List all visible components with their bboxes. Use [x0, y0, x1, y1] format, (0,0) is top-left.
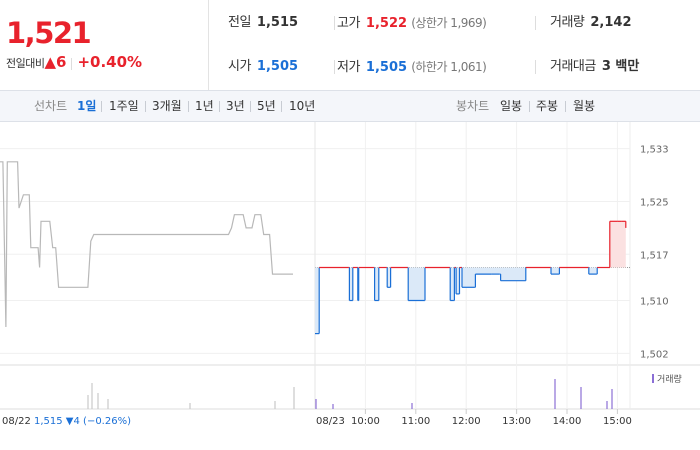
x-tick-label: 10:00 [351, 416, 380, 427]
amount-label: 거래대금 [550, 59, 596, 74]
open-price: 시가 1,505 [228, 56, 298, 78]
x-tick-label: 11:00 [401, 416, 430, 427]
candle-chart-label: 봉차트 [456, 99, 490, 113]
prev-day-footer: 08/22 1,515 ▼4 (−0.26%) 08/23 [2, 416, 345, 427]
prev-day-summary: 1,515 ▼4 (−0.26%) [34, 416, 131, 427]
tab-1w[interactable]: 1주일 [109, 91, 139, 121]
prev-day-line [0, 161, 293, 328]
y-tick-label: 1,525 [640, 197, 669, 208]
tab-3m[interactable]: 3개월 [152, 91, 182, 121]
divider [219, 101, 220, 112]
chart-period-tabs: 선차트 1일 1주일 3개월 1년 3년 5년 10년 봉차트 일봉 주봉 월봉 [0, 90, 700, 122]
x-tick-label: 12:00 [452, 416, 481, 427]
prev-close-label: 전일 [228, 15, 251, 30]
volume-legend-label: 거래량 [657, 373, 682, 385]
tab-5y[interactable]: 5년 [257, 91, 276, 121]
low-price: 저가 1,505 (하한가 1,061) [337, 56, 487, 78]
x-tick-label: 13:00 [502, 416, 531, 427]
tab-weekly-candle[interactable]: 주봉 [536, 91, 558, 121]
volume-value: 2,142 [590, 15, 632, 30]
current-price: 1,521 [6, 16, 92, 50]
tab-daily-candle[interactable]: 일봉 [500, 91, 522, 121]
price-change: 전일대비▲6 +0.40% [6, 53, 142, 71]
divider [334, 16, 335, 30]
volume-legend: 거래량 [652, 373, 682, 385]
prev-day-date: 08/22 [2, 416, 31, 427]
divider [188, 101, 189, 112]
quote-header: 1,521 전일대비▲6 +0.40% 전일 1,515 고가 1,522 (상한가 … [0, 0, 700, 90]
low-value: 1,505 [365, 60, 408, 75]
prev-close-value: 1,515 [256, 15, 299, 30]
y-tick-label: 1,533 [640, 145, 669, 156]
y-tick-label: 1,502 [640, 349, 669, 360]
tab-monthly-candle[interactable]: 월봉 [573, 91, 595, 121]
today-date: 08/23 [316, 416, 345, 427]
high-price: 고가 1,522 (상한가 1,969) [337, 12, 487, 34]
line-chart-label: 선차트 [34, 99, 68, 113]
divider [565, 101, 566, 112]
x-tick-label: 14:00 [553, 416, 582, 427]
upper-limit: (상한가 1,969) [411, 16, 487, 30]
amount-value: 3 백만 [601, 59, 640, 74]
y-axis-labels: 1,533 1,525 1,517 1,510 1,502 [640, 145, 669, 361]
divider [529, 101, 530, 112]
intraday-price-chart: 1,533 1,525 1,517 1,510 1,502 10:00 11:00 12:0… [0, 122, 700, 427]
x-axis-labels: 10:00 11:00 12:00 13:00 14:00 15:00 [351, 416, 632, 427]
low-label: 저가 [337, 60, 360, 75]
change-percent: +0.40% [77, 53, 143, 71]
divider [535, 60, 536, 74]
divider [250, 101, 251, 112]
open-value: 1,505 [256, 59, 299, 74]
volume: 거래량 2,142 [550, 12, 632, 34]
summary-grid: 전일 1,515 고가 1,522 (상한가 1,969) 거래량 2,142 시가 1… [209, 0, 700, 90]
y-tick-label: 1,517 [640, 250, 669, 261]
change-value: 6 [56, 53, 67, 71]
prev-close: 전일 1,515 [228, 12, 298, 34]
divider [281, 101, 282, 112]
divider [101, 101, 102, 112]
divider [71, 57, 73, 70]
up-fill [315, 221, 626, 268]
y-tick-label: 1,510 [640, 297, 669, 308]
x-tick-label: 15:00 [603, 416, 632, 427]
volume-legend-swatch [652, 374, 654, 383]
tab-10y[interactable]: 10년 [289, 91, 315, 121]
volume-bars [87, 379, 613, 409]
divider [535, 16, 536, 30]
trade-amount: 거래대금 3 백만 [550, 56, 639, 78]
divider [334, 60, 335, 74]
up-arrow-icon: ▲ [44, 53, 57, 71]
open-label: 시가 [228, 59, 251, 74]
volume-label: 거래량 [550, 15, 585, 30]
change-label: 전일대비 [6, 57, 45, 70]
tab-3y[interactable]: 3년 [226, 91, 245, 121]
lower-limit: (하한가 1,061) [411, 60, 487, 74]
tab-1y[interactable]: 1년 [195, 91, 214, 121]
high-label: 고가 [337, 16, 360, 31]
divider [145, 101, 146, 112]
high-value: 1,522 [365, 16, 408, 31]
price-box: 1,521 전일대비▲6 +0.40% [0, 0, 209, 90]
tab-1d[interactable]: 1일 [77, 91, 96, 121]
